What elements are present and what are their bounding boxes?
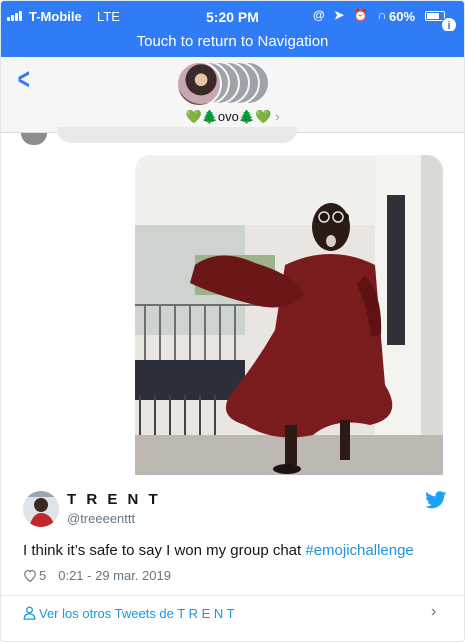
tweet-timestamp[interactable]: 0:21 - 29 mar. 2019	[58, 568, 171, 583]
status-icons: @ ➤ ⏰ ∩	[313, 8, 390, 22]
signal-icon	[7, 11, 25, 21]
more-tweets-link[interactable]: Ver los otros Tweets de T R E N T ›	[1, 595, 464, 629]
profile-photo	[23, 491, 59, 527]
chevron-left-icon[interactable]: <	[18, 63, 30, 97]
chevron-right-icon: ›	[275, 109, 280, 124]
chevron-right-icon[interactable]: ›	[431, 603, 436, 621]
carrier-label: T-Mobile	[29, 9, 82, 24]
group-name: 💚🌲ovo🌲💚	[185, 109, 272, 124]
status-time: 5:20 PM	[206, 9, 259, 25]
photo-message[interactable]	[135, 155, 443, 475]
tweet-text: I think it’s safe to say I won my group …	[23, 541, 453, 561]
return-to-navigation-bar[interactable]: Touch to return to Navigation	[1, 31, 464, 57]
battery-percent: 60%	[389, 9, 416, 24]
network-label: LTE	[97, 9, 120, 24]
message-bubble	[57, 127, 297, 143]
group-name-row[interactable]: 💚🌲ovo🌲💚 ›	[1, 109, 464, 125]
person-icon	[23, 606, 36, 620]
tweet-media[interactable]: T-Mobile LTE 5:20 PM @ ➤ ⏰ ∩ 60% i Touch…	[1, 1, 464, 475]
tweet-text-body: I think it’s safe to say I won my group …	[23, 542, 306, 559]
heart-icon[interactable]	[23, 569, 37, 582]
avatar	[176, 61, 222, 107]
more-tweets-label[interactable]: Ver los otros Tweets de T R E N T	[39, 606, 235, 621]
tweet-meta: 5 0:21 - 29 mar. 2019	[23, 568, 171, 584]
group-avatar-stack[interactable]	[176, 61, 296, 109]
author-name[interactable]: T R E N T	[67, 491, 161, 508]
like-count[interactable]: 5	[39, 568, 46, 583]
twitter-bird-icon[interactable]	[425, 491, 447, 509]
message-thread	[1, 127, 464, 475]
avatar	[21, 133, 47, 145]
tweet-author: T R E N T @treeeenttt	[1, 475, 464, 535]
tweet-embed: T-Mobile LTE 5:20 PM @ ➤ ⏰ ∩ 60% i Touch…	[0, 0, 465, 642]
dancing-man-photo	[135, 155, 443, 475]
ios-status-bar: T-Mobile LTE 5:20 PM @ ➤ ⏰ ∩ 60% i	[1, 1, 464, 33]
conversation-header: < 💚🌲ovo🌲💚 ›	[1, 57, 464, 133]
avatar[interactable]	[23, 491, 59, 527]
author-handle[interactable]: @treeeenttt	[67, 511, 135, 526]
hashtag-link[interactable]: #emojichallenge	[305, 542, 413, 559]
